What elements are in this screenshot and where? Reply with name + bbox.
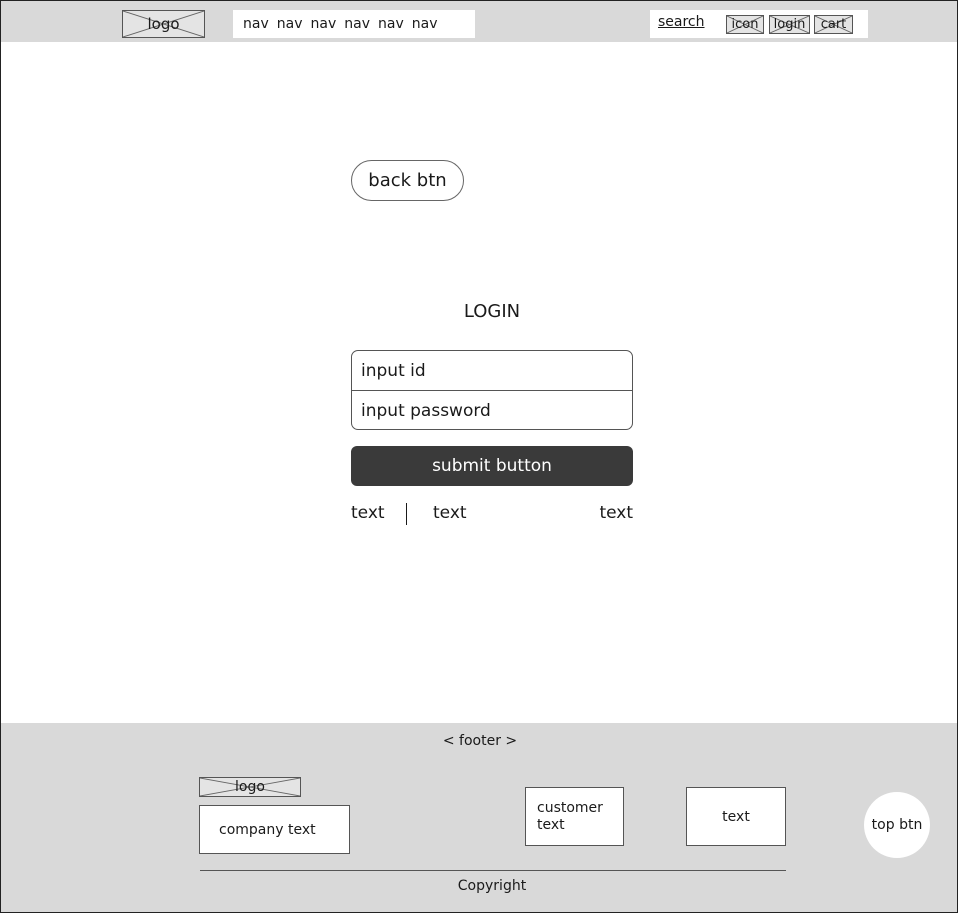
footer-label: < footer > [442, 733, 518, 749]
header-cart-label: cart [820, 17, 847, 32]
footer-divider [200, 870, 786, 871]
login-link-2[interactable]: text [433, 503, 467, 523]
login-input-group: input id input password [351, 350, 633, 430]
password-input[interactable]: input password [352, 391, 632, 429]
submit-button[interactable]: submit button [351, 446, 633, 486]
top-button[interactable]: top btn [864, 792, 930, 858]
customer-text: customer text [525, 787, 624, 846]
nav-item-4[interactable]: nav [344, 16, 370, 32]
header-logo-label: logo [147, 15, 180, 33]
footer-logo-label: logo [235, 779, 265, 795]
footer-text: text [686, 787, 786, 846]
header-icon-button[interactable]: icon [726, 15, 764, 34]
header-login-label: login [773, 17, 806, 32]
main-nav: nav nav nav nav nav nav [233, 10, 475, 38]
nav-item-2[interactable]: nav [277, 16, 303, 32]
page-title: LOGIN [463, 301, 521, 322]
search-link[interactable]: search [658, 14, 705, 30]
id-input[interactable]: input id [352, 351, 632, 391]
site-footer: < footer > logo company text customer te… [1, 723, 957, 912]
footer-logo: logo [199, 777, 301, 797]
login-link-3[interactable]: text [599, 503, 633, 523]
company-text: company text [199, 805, 350, 854]
link-divider [406, 503, 407, 525]
header-login-button[interactable]: login [769, 15, 810, 34]
site-header: logo nav nav nav nav nav nav search icon [1, 1, 957, 42]
back-button[interactable]: back btn [351, 160, 464, 201]
login-links: text text text [351, 503, 633, 527]
copyright: Copyright [457, 878, 527, 894]
nav-item-6[interactable]: nav [412, 16, 438, 32]
page-frame: logo nav nav nav nav nav nav search icon [0, 0, 958, 913]
header-utility-bar: search icon login cart [650, 10, 868, 38]
header-logo[interactable]: logo [122, 10, 205, 38]
nav-item-3[interactable]: nav [311, 16, 337, 32]
login-link-1[interactable]: text [351, 503, 385, 523]
nav-item-1[interactable]: nav [243, 16, 269, 32]
header-cart-button[interactable]: cart [814, 15, 853, 34]
nav-item-5[interactable]: nav [378, 16, 404, 32]
header-icon-label: icon [731, 17, 759, 32]
